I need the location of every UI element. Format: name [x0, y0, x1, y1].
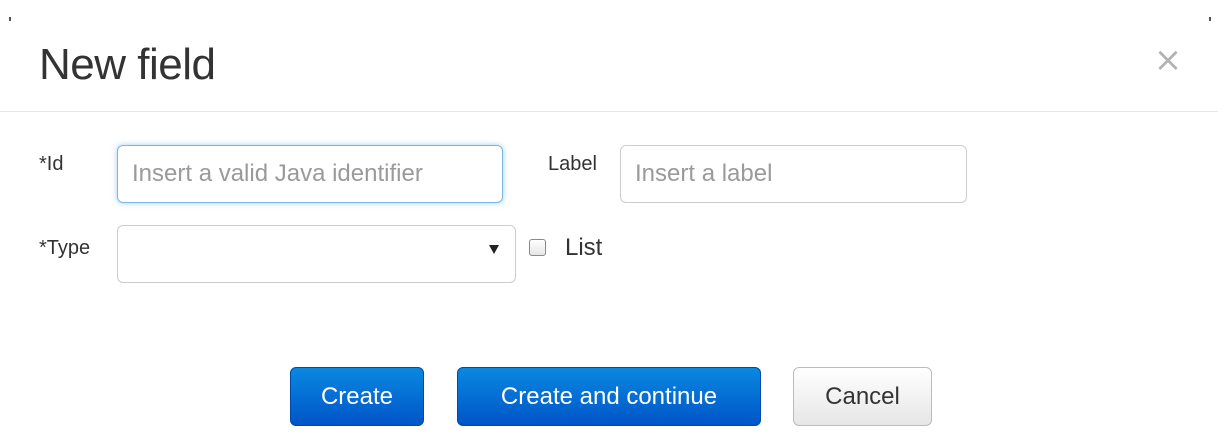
- type-select[interactable]: [117, 225, 516, 283]
- close-icon[interactable]: ×: [1150, 42, 1186, 78]
- dialog-header: New field ×: [0, 0, 1218, 112]
- label-input[interactable]: [620, 145, 967, 203]
- create-button[interactable]: Create: [290, 367, 424, 426]
- list-checkbox[interactable]: [529, 239, 546, 256]
- create-and-continue-button[interactable]: Create and continue: [457, 367, 761, 426]
- id-input[interactable]: [117, 145, 503, 203]
- list-checkbox-label[interactable]: List: [565, 234, 602, 262]
- dialog-title: New field: [39, 40, 216, 89]
- type-label: *Type: [39, 237, 91, 259]
- label-label: Label: [548, 153, 597, 175]
- id-label: *Id: [39, 153, 64, 175]
- cancel-button[interactable]: Cancel: [793, 367, 932, 426]
- new-field-dialog: New field × *Id Label *Type List Create …: [0, 0, 1218, 445]
- caret-down-icon: [489, 245, 499, 254]
